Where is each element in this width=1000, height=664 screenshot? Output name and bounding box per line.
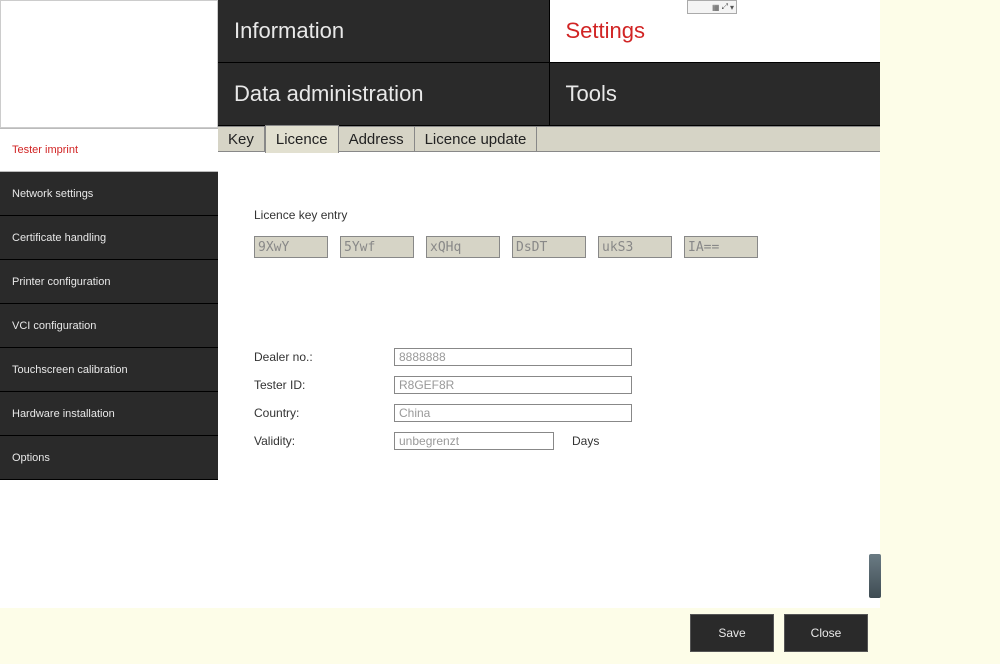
nav-tools[interactable]: Tools — [550, 63, 881, 125]
sidebar-item-vci-configuration[interactable]: VCI configuration — [0, 304, 218, 348]
sidebar-item-printer-configuration[interactable]: Printer configuration — [0, 260, 218, 304]
right-column: ▦ ⤢ ▾ Information Settings Data administ… — [218, 0, 880, 608]
content-area: Licence key entry Dealer no.: Tester ID:… — [218, 152, 880, 608]
subtab-address[interactable]: Address — [339, 127, 415, 151]
subtab-spacer — [537, 127, 880, 151]
nav-label: Data administration — [234, 81, 424, 107]
left-column: Tester imprint Network settings Certific… — [0, 0, 218, 608]
licence-key-entry-label: Licence key entry — [254, 208, 844, 222]
top-nav: Information Settings Data administration… — [218, 0, 880, 126]
sidebar-item-hardware-installation[interactable]: Hardware installation — [0, 392, 218, 436]
country-field[interactable] — [394, 404, 632, 422]
dealer-label: Dealer no.: — [254, 350, 394, 364]
save-button[interactable]: Save — [690, 614, 774, 652]
licence-key-row — [254, 236, 844, 258]
sidebar-item-options[interactable]: Options — [0, 436, 218, 480]
button-label: Save — [718, 626, 745, 640]
logo-area — [0, 0, 218, 128]
window-controls[interactable]: ▦ ⤢ ▾ — [687, 0, 737, 14]
sidebar-item-network-settings[interactable]: Network settings — [0, 172, 218, 216]
expand-icon: ⤢ — [722, 2, 728, 12]
validity-row: Validity: Days — [254, 432, 844, 450]
subtab-licence[interactable]: Licence — [265, 125, 339, 153]
nav-label: Tools — [566, 81, 617, 107]
chevron-down-icon: ▾ — [730, 3, 734, 12]
subtab-label: Licence update — [425, 131, 527, 148]
sidebar-item-touchscreen-calibration[interactable]: Touchscreen calibration — [0, 348, 218, 392]
bottom-bar: Save Close — [690, 614, 868, 652]
sidebar-item-certificate-handling[interactable]: Certificate handling — [0, 216, 218, 260]
sidebar-item-label: Printer configuration — [12, 276, 110, 288]
licence-key-2[interactable] — [340, 236, 414, 258]
sidebar-item-label: Hardware installation — [12, 408, 115, 420]
sidebar-item-label: Options — [12, 452, 50, 464]
top-nav-row-2: Data administration Tools — [218, 63, 880, 126]
button-label: Close — [811, 626, 842, 640]
sidebar: Tester imprint Network settings Certific… — [0, 128, 218, 608]
dealer-row: Dealer no.: — [254, 348, 844, 366]
nav-label: Settings — [566, 18, 646, 44]
validity-label: Validity: — [254, 434, 394, 448]
subtab-label: Key — [228, 131, 254, 148]
licence-key-1[interactable] — [254, 236, 328, 258]
tester-field[interactable] — [394, 376, 632, 394]
licence-key-5[interactable] — [598, 236, 672, 258]
sidebar-item-label: Certificate handling — [12, 232, 106, 244]
validity-field[interactable] — [394, 432, 554, 450]
sidebar-item-tester-imprint[interactable]: Tester imprint — [0, 128, 218, 172]
grid-icon: ▦ — [712, 3, 720, 12]
subtab-label: Address — [349, 131, 404, 148]
country-label: Country: — [254, 406, 394, 420]
tester-row: Tester ID: — [254, 376, 844, 394]
licence-key-4[interactable] — [512, 236, 586, 258]
top-nav-row-1: Information Settings — [218, 0, 880, 63]
sidebar-item-label: VCI configuration — [12, 320, 96, 332]
subtab-label: Licence — [276, 131, 328, 148]
validity-suffix: Days — [572, 434, 599, 448]
subtabs: Key Licence Address Licence update — [218, 126, 880, 152]
dealer-field[interactable] — [394, 348, 632, 366]
sidebar-item-label: Touchscreen calibration — [12, 364, 128, 376]
sidebar-item-label: Network settings — [12, 188, 93, 200]
app-window: Tester imprint Network settings Certific… — [0, 0, 880, 608]
nav-information[interactable]: Information — [218, 0, 550, 62]
country-row: Country: — [254, 404, 844, 422]
close-button[interactable]: Close — [784, 614, 868, 652]
nav-data-administration[interactable]: Data administration — [218, 63, 550, 125]
licence-key-3[interactable] — [426, 236, 500, 258]
licence-key-6[interactable] — [684, 236, 758, 258]
subtab-licence-update[interactable]: Licence update — [415, 127, 538, 151]
sidebar-item-label: Tester imprint — [12, 144, 78, 156]
subtab-key[interactable]: Key — [218, 127, 265, 151]
decor-block — [869, 554, 881, 598]
nav-label: Information — [234, 18, 344, 44]
tester-label: Tester ID: — [254, 378, 394, 392]
